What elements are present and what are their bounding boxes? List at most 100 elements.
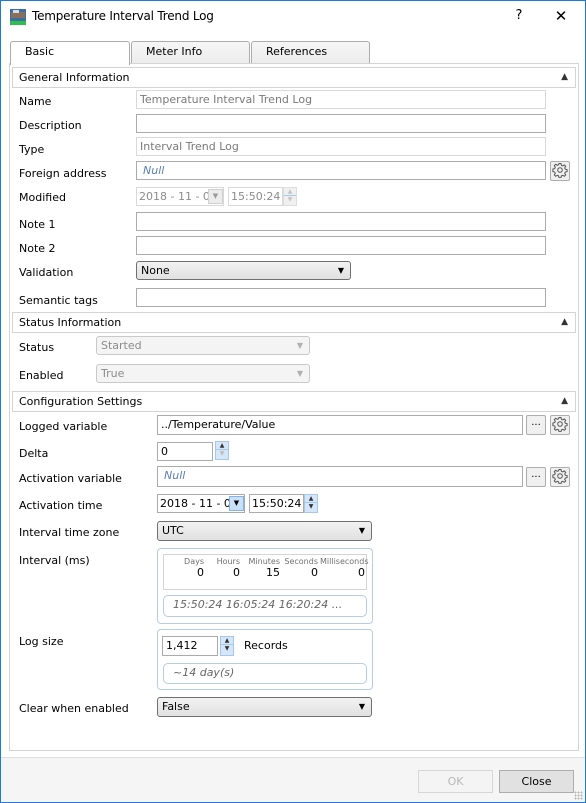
unit-label: Minutes [248, 557, 281, 566]
log-size-unit: Records [244, 639, 288, 652]
activation-time-label: Activation time [19, 499, 103, 512]
note2-label: Note 2 [19, 242, 56, 255]
unit-value: 0 [233, 566, 240, 579]
modified-date-value: 2018 - 11 - 06 [139, 190, 217, 203]
calendar-dropdown-icon[interactable]: ▼ [229, 496, 244, 511]
collapse-chevron-icon[interactable]: ▲ [561, 313, 568, 332]
logged-variable-settings-button[interactable] [550, 415, 570, 435]
tab-meter-info[interactable]: Meter Info [131, 41, 250, 63]
enabled-dropdown[interactable]: True ▼ [96, 364, 310, 383]
logged-variable-label: Logged variable [19, 420, 108, 433]
log-size-estimate: ~14 day(s) [163, 663, 367, 684]
delta-field[interactable]: 0 [157, 442, 213, 461]
dropdown-arrow-icon: ▼ [337, 266, 344, 275]
description-field[interactable] [136, 114, 546, 133]
clear-when-enabled-value: False [162, 700, 190, 713]
activation-time-spinner[interactable]: ▲ ▼ [304, 494, 318, 513]
activation-variable-browse-button[interactable]: ... [526, 467, 546, 487]
dialog-footer: OK Close [1, 757, 585, 802]
status-information-header[interactable]: Status Information ▲ [12, 312, 576, 333]
window-title: Temperature Interval Trend Log [32, 9, 214, 23]
spin-down-icon[interactable]: ▼ [221, 645, 233, 653]
configuration-settings-header[interactable]: Configuration Settings ▲ [12, 391, 576, 412]
help-button[interactable]: ? [507, 6, 531, 26]
unit-label: Days [184, 557, 204, 566]
dropdown-arrow-icon: ▼ [358, 702, 365, 711]
enabled-value: True [101, 367, 125, 380]
unit-value: 0 [197, 566, 204, 579]
foreign-address-label: Foreign address [19, 167, 107, 180]
calendar-dropdown-icon[interactable]: ▼ [208, 189, 223, 204]
interval-time-zone-label: Interval time zone [19, 526, 120, 539]
section-title: Configuration Settings [19, 395, 143, 408]
general-information-header[interactable]: General Information ▲ [12, 67, 576, 88]
dropdown-arrow-icon: ▼ [296, 341, 303, 350]
spin-up-icon[interactable]: ▲ [284, 188, 296, 196]
interval-label: Interval (ms) [19, 554, 90, 567]
clear-when-enabled-dropdown[interactable]: False ▼ [157, 697, 372, 717]
log-size-field[interactable]: 1,412 [162, 636, 218, 656]
modified-time-field[interactable]: 15:50:24 [228, 187, 283, 206]
type-field[interactable]: Interval Trend Log [136, 137, 546, 156]
spin-down-icon[interactable]: ▼ [216, 450, 228, 458]
logged-variable-browse-button[interactable]: ... [526, 415, 546, 435]
semantic-tags-field[interactable] [136, 288, 546, 307]
interval-group: Days 0 Hours 0 Minutes 15 Seconds 0 Mill… [157, 548, 373, 624]
interval-hours[interactable]: Hours 0 [206, 557, 240, 579]
close-window-button[interactable]: ✕ [549, 6, 573, 26]
log-size-spinner[interactable]: ▲ ▼ [220, 636, 234, 656]
modified-time-spinner[interactable]: ▲ ▼ [283, 187, 297, 206]
status-dropdown[interactable]: Started ▼ [96, 336, 310, 355]
validation-label: Validation [19, 266, 74, 279]
status-label: Status [19, 341, 55, 354]
unit-value: 15 [266, 566, 280, 579]
gear-icon [552, 416, 568, 435]
section-title: General Information [19, 71, 130, 84]
log-size-group: 1,412 ▲ ▼ Records ~14 day(s) [157, 629, 373, 690]
interval-milliseconds[interactable]: Milliseconds 0 [320, 557, 369, 579]
ok-button[interactable]: OK [418, 770, 493, 793]
spin-up-icon[interactable]: ▲ [221, 637, 233, 645]
interval-minutes[interactable]: Minutes 15 [242, 557, 281, 579]
gear-icon [552, 162, 568, 181]
close-button[interactable]: Close [499, 770, 574, 793]
spin-up-icon[interactable]: ▲ [305, 495, 317, 503]
activation-variable-label: Activation variable [19, 472, 122, 485]
note1-field[interactable] [136, 212, 546, 231]
foreign-address-field[interactable]: Null [136, 161, 546, 180]
spin-down-icon[interactable]: ▼ [284, 196, 296, 204]
spin-down-icon[interactable]: ▼ [305, 503, 317, 511]
collapse-chevron-icon[interactable]: ▲ [561, 392, 568, 411]
foreign-address-settings-button[interactable] [550, 161, 570, 181]
tab-references[interactable]: References [251, 41, 370, 63]
activation-variable-field[interactable]: Null [157, 466, 523, 487]
validation-dropdown[interactable]: None ▼ [136, 261, 351, 280]
basic-tab-panel: General Information ▲ Name Temperature I… [9, 63, 579, 751]
interval-time-zone-dropdown[interactable]: UTC ▼ [157, 521, 372, 541]
note1-label: Note 1 [19, 218, 56, 231]
log-size-label: Log size [19, 635, 64, 648]
logged-variable-field[interactable]: ../Temperature/Value [157, 415, 523, 435]
activation-variable-settings-button[interactable] [550, 467, 570, 487]
resize-grip[interactable] [574, 791, 583, 800]
name-label: Name [19, 95, 52, 108]
activation-date-value: 2018 - 11 - 06 [160, 497, 238, 510]
delta-spinner[interactable]: ▲ ▼ [215, 441, 229, 460]
interval-seconds[interactable]: Seconds 0 [282, 557, 318, 579]
enabled-label: Enabled [19, 369, 64, 382]
unit-label: Milliseconds [320, 557, 369, 566]
activation-time-value: 15:50:24 [252, 497, 302, 510]
activation-time-field[interactable]: 15:50:24 [249, 494, 304, 513]
collapse-chevron-icon[interactable]: ▲ [561, 68, 568, 87]
interval-days[interactable]: Days 0 [164, 557, 204, 579]
dialog-window: Temperature Interval Trend Log ? ✕ Basic… [0, 0, 586, 803]
activation-date-picker[interactable]: 2018 - 11 - 06 ▼ [157, 494, 245, 513]
note2-field[interactable] [136, 236, 546, 255]
modified-date-picker[interactable]: 2018 - 11 - 06 ▼ [136, 187, 224, 206]
unit-label: Seconds [284, 557, 318, 566]
interval-duration-editor[interactable]: Days 0 Hours 0 Minutes 15 Seconds 0 Mill… [163, 554, 369, 590]
spin-up-icon[interactable]: ▲ [216, 442, 228, 450]
tab-basic[interactable]: Basic [10, 41, 130, 65]
name-field[interactable]: Temperature Interval Trend Log [136, 90, 546, 109]
section-title: Status Information [19, 316, 122, 329]
